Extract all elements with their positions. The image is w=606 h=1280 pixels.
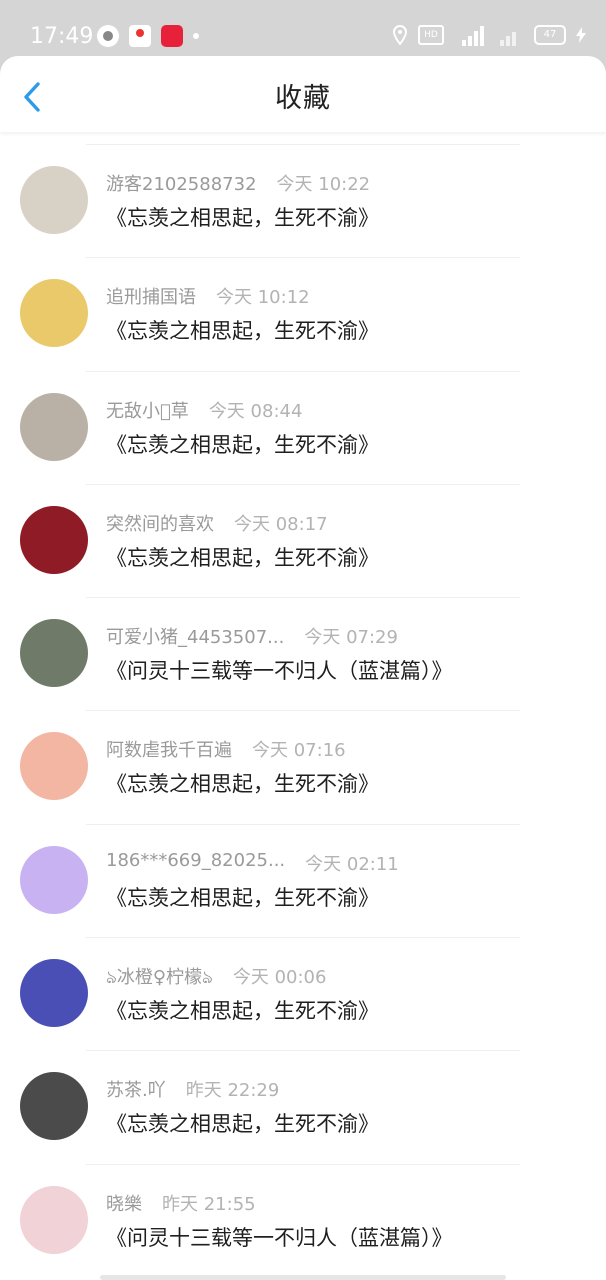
header: 收藏 [0,56,606,132]
story-title: 《问灵十三载等一不归人（蓝湛篇）》 [106,1225,453,1250]
app-notification-icon [161,25,183,47]
story-title: 《忘羡之相思起，生死不渝》 [106,999,379,1024]
username: 晓樂 [106,1193,142,1215]
divider [86,483,520,485]
story-title: 《忘羡之相思起，生死不渝》 [106,319,379,344]
status-time: 17:49 [30,24,94,49]
username: 游客2102588732 [106,174,257,195]
divider [86,1163,520,1165]
avatar[interactable] [20,279,88,348]
timestamp: 今天 10:22 [276,174,371,195]
divider [86,144,520,145]
story-title: 《忘羡之相思起，生死不渝》 [106,206,379,230]
timestamp: 今天 07:29 [304,627,398,649]
avatar[interactable] [20,619,88,688]
location-icon [392,25,408,45]
username: 186***669_82025... [106,849,286,871]
divider [86,370,520,372]
system-icons: HD 47 [392,24,586,46]
story-title: 《问灵十三载等一不归人（蓝湛篇）》 [106,659,453,684]
username: ঌ冰橙♀柠檬ঌ [106,967,213,989]
home-indicator [100,1275,506,1280]
divider [86,823,520,825]
battery-icon: 47 [534,25,566,45]
username: 阿数虐我千百遍 [106,740,232,762]
username: 苏茶.吖 [106,1080,166,1102]
timestamp: 昨天 21:55 [162,1193,256,1215]
avatar[interactable] [20,845,88,914]
divider [86,710,520,712]
notification-icons [97,25,199,47]
username: 追刑捕国语 [106,287,196,309]
list-item[interactable]: 晓樂 昨天 21:55 《问灵十三载等一不归人（蓝湛篇）》 [0,1163,606,1277]
app-notification-icon [129,25,151,47]
story-title: 《忘羡之相思起，生死不渝》 [106,432,379,457]
story-title: 《忘羡之相思起，生死不渝》 [106,885,379,910]
timestamp: 今天 08:17 [234,513,328,535]
story-title: 《忘羡之相思起，生死不渝》 [106,545,379,570]
timestamp: 昨天 22:29 [185,1080,280,1102]
divider [86,1050,520,1052]
timestamp: 今天 07:16 [252,740,346,762]
page-title: 收藏 [275,83,331,114]
list-item[interactable]: 186***669_82025... 今天 02:11 《忘羡之相思起，生死不渝… [0,823,606,937]
more-notifications-dot-icon [193,33,199,39]
timestamp: 今天 08:44 [208,400,303,422]
wifi-icon [494,24,524,46]
list-item[interactable]: 游客2102588732 今天 10:22 《忘羡之相思起，生死不渝》 [0,144,606,257]
charging-icon [576,27,586,43]
app-notification-icon [97,25,119,47]
avatar[interactable] [20,392,88,461]
story-title: 《忘羡之相思起，生死不渝》 [106,772,379,797]
hd-icon: HD [418,25,444,45]
list-item[interactable]: 追刑捕国语 今天 10:12 《忘羡之相思起，生死不渝》 [0,257,606,370]
username: 可爱小猪_4453507... [106,627,285,649]
divider [86,937,520,939]
list-item[interactable]: 无敌小 草 今天 08:44 《忘羡之相思起，生死不渝》 [0,370,606,484]
list-item[interactable]: 阿数虐我千百遍 今天 07:16 《忘羡之相思起，生死不渝》 [0,710,606,823]
timestamp: 今天 10:12 [216,287,310,309]
list-item[interactable]: 可爱小猪_4453507... 今天 07:29 《问灵十三载等一不归人（蓝湛篇… [0,597,606,710]
list-item[interactable]: 苏茶.吖 昨天 22:29 《忘羡之相思起，生死不渝》 [0,1050,606,1163]
timestamp: 今天 02:11 [305,853,399,875]
avatar[interactable] [20,1072,88,1141]
avatar[interactable] [20,166,88,234]
timestamp: 今天 00:06 [232,967,327,989]
divider [86,257,520,259]
story-title: 《忘羡之相思起，生死不渝》 [106,1112,379,1137]
avatar[interactable] [20,1185,88,1254]
list-item[interactable]: 突然间的喜欢 今天 08:17 《忘羡之相思起，生死不渝》 [0,483,606,597]
signal-icon [454,24,484,46]
username: 无敌小 草 [106,400,189,422]
avatar[interactable] [20,959,88,1028]
avatar[interactable] [20,732,88,801]
list-item[interactable]: ঌ冰橙♀柠檬ঌ 今天 00:06 《忘羡之相思起，生死不渝》 [0,937,606,1050]
avatar[interactable] [20,505,88,574]
favorites-list: 游客2102588732 今天 10:22 《忘羡之相思起，生死不渝》 追刑捕国… [0,144,606,1277]
username: 突然间的喜欢 [106,513,214,535]
divider [86,597,520,599]
